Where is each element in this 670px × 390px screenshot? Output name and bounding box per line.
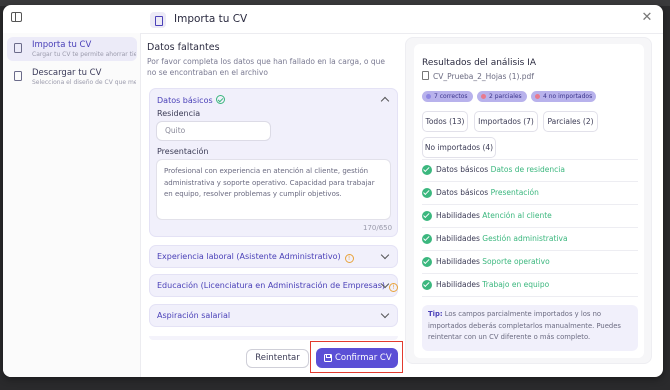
accordion-title: Experiencia laboral (Asistente Administr… [157, 252, 341, 261]
sidebar-item-import[interactable]: Importa tu CV Cargar tu CV te permite ah… [7, 37, 137, 61]
status-dot [535, 94, 540, 99]
list-item: Habilidades Soporte operativo [422, 255, 638, 271]
chevron-down-icon[interactable] [380, 250, 390, 260]
missing-data-title: Datos faltantes [147, 42, 220, 53]
accordion-basic-data: Datos básicos Residencia Quito Presentac… [149, 88, 398, 237]
sidebar-toggle-icon[interactable] [11, 12, 22, 22]
badge-correct: 7 correctos [422, 91, 473, 102]
divider [422, 250, 638, 251]
badge-label: 4 no importados [543, 93, 593, 100]
row-category: Habilidades [436, 280, 480, 289]
sidebar-item-label: Importa tu CV [32, 40, 92, 50]
page-title: Importa tu CV [174, 13, 248, 25]
list-item: Datos básicos Presentación [422, 186, 638, 202]
accordion-salary[interactable]: Aspiración salarial [149, 304, 398, 327]
tip-label: Tip: [428, 310, 443, 318]
list-item: Habilidades Atención al cliente [422, 209, 638, 225]
confirm-cv-button[interactable]: Confirmar CV [316, 348, 398, 368]
row-category: Habilidades [436, 257, 480, 266]
badge-label: 7 correctos [434, 93, 468, 100]
close-icon[interactable]: ✕ [641, 11, 653, 24]
row-category: Datos básicos [436, 165, 489, 174]
check-icon [422, 188, 432, 198]
check-icon [422, 257, 432, 267]
row-field: Presentación [490, 188, 539, 197]
accordion-education[interactable]: Educación (Licenciatura en Administració… [149, 274, 399, 297]
check-icon [422, 234, 432, 244]
accordion-title: Educación (Licenciatura en Administració… [157, 281, 386, 290]
character-counter: 170/650 [363, 224, 393, 232]
tip-box: Tip: Los campos parcialmente importados … [422, 305, 638, 351]
document-icon [14, 71, 22, 81]
check-circle-icon [215, 95, 225, 104]
accordion-work-experience[interactable]: Experiencia laboral (Asistente Administr… [149, 245, 398, 268]
chevron-up-icon[interactable] [380, 96, 390, 106]
document-icon [150, 12, 166, 28]
divider [422, 181, 638, 182]
divider [422, 204, 638, 205]
check-icon [422, 280, 432, 290]
warning-icon: ! [344, 254, 354, 263]
check-icon [422, 211, 432, 221]
sidebar: Importa tu CV Cargar tu CV te permite ah… [3, 33, 141, 377]
residence-input[interactable]: Quito [156, 121, 271, 141]
row-field: Soporte operativo [482, 257, 550, 266]
badge-not-imported: 4 no importados [531, 91, 596, 102]
tab-all[interactable]: Todos (13) [422, 111, 468, 132]
tab-imported[interactable]: Importados (7) [474, 111, 538, 132]
sidebar-item-subtitle: Cargar tu CV te permite ahorrar tiempo [32, 51, 136, 58]
row-category: Datos básicos [436, 188, 489, 197]
divider [422, 296, 638, 297]
divider [422, 227, 638, 228]
tab-not-imported[interactable]: No importados (4) [422, 137, 496, 158]
presentation-textarea[interactable]: Profesional con experiencia en atención … [156, 159, 391, 220]
status-dot [426, 94, 431, 99]
list-item: Habilidades Trabajo en equipo [422, 278, 638, 294]
tip-text: Los campos parcialmente importados y los… [428, 310, 621, 341]
sidebar-item-subtitle: Selecciona el diseño de CV que mejor se … [32, 79, 136, 86]
confirm-cv-label: Confirmar CV [335, 353, 392, 363]
badge-label: 2 parciales [489, 93, 522, 100]
row-field: Atención al cliente [482, 211, 552, 220]
document-icon [14, 43, 22, 53]
accordion-header-basic-data[interactable]: Datos básicos [157, 95, 225, 105]
row-category: Habilidades [436, 211, 480, 220]
tab-partial[interactable]: Parciales (2) [543, 111, 598, 132]
accordion-title: Aspiración salarial [157, 311, 231, 320]
residence-label: Residencia [157, 109, 201, 118]
badge-partial: 2 parciales [477, 91, 527, 102]
accordion-title: Datos básicos [157, 96, 213, 105]
row-category: Habilidades [436, 234, 480, 243]
row-field: Gestión administrativa [482, 234, 568, 243]
sidebar-item-label: Descargar tu CV [32, 68, 102, 78]
missing-data-description: Por favor completa los datos que han fal… [147, 57, 386, 77]
file-name: CV_Prueba_2_Hojas (1).pdf [433, 72, 534, 81]
presentation-label: Presentación [157, 147, 209, 156]
header-divider [141, 33, 663, 34]
results-title: Resultados del análisis IA [422, 58, 536, 68]
retry-button[interactable]: Reintentar [246, 349, 309, 368]
list-item: Datos básicos Datos de residencia [422, 163, 638, 179]
status-dot [481, 94, 486, 99]
file-icon [422, 71, 429, 80]
row-field: Datos de residencia [490, 165, 565, 174]
save-icon [324, 354, 332, 362]
list-item: Habilidades Gestión administrativa [422, 232, 638, 248]
chevron-down-icon[interactable] [380, 309, 390, 319]
check-icon [422, 165, 432, 175]
divider [422, 159, 638, 160]
row-field: Trabajo en equipo [482, 280, 550, 289]
next-accordion-edge [149, 336, 398, 340]
sidebar-item-download[interactable]: Descargar tu CV Selecciona el diseño de … [7, 65, 137, 89]
divider [422, 273, 638, 274]
warning-icon: ! [389, 283, 399, 292]
